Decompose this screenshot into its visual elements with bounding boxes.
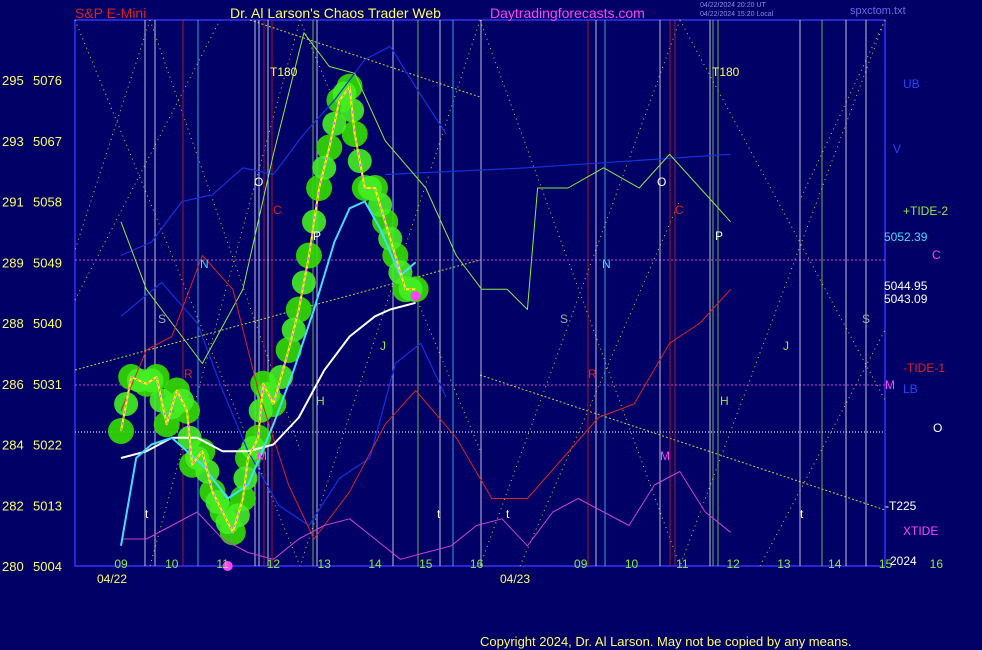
fan-line [679,19,886,567]
grid-lines [75,20,885,566]
y-tick-code: 286 [2,377,24,392]
file-name: spxctom.txt [850,5,906,17]
x-tick-label: 16 [470,557,484,571]
chart-canvas: 280 5004 282 5013 284 5022 286 5031 288 5040 289 50… [2,19,948,586]
site-link[interactable]: Daytradingforecasts.com [490,5,645,21]
marker-letter: S [560,312,568,326]
marker-letter: C [675,203,684,217]
x-tick-label: 09 [114,557,128,571]
x-tick-label: 16 [930,557,944,571]
right-label: C [932,248,941,262]
copyright: Copyright 2024, Dr. Al Larson. May not b… [480,634,852,649]
fan-line [149,19,301,567]
right-label: XTIDE [903,524,938,538]
right-label: O [933,421,942,435]
right-label: V [893,142,901,156]
x-tick-label: 14 [368,557,382,571]
date-label: 04/23 [500,572,530,586]
y-tick-price: 5076 [33,73,62,88]
band-lines [74,19,886,567]
marker-letter: P [715,229,723,243]
y-tick-code: 282 [2,498,24,513]
x-tick-label: 09 [574,557,588,571]
x-tick-label: 14 [828,557,842,571]
ut-time: 04/22/2024 20:20 UT [700,2,766,9]
right-label: -T225 [885,499,917,513]
marker-letter: t [145,507,149,521]
series--tide-2 [120,32,731,364]
marker-letter: J [783,339,789,353]
y-tick-code: 280 [2,559,24,574]
marker-letter: O [657,175,666,189]
x-tick-label: 10 [625,557,639,571]
right-label: 5043.09 [884,292,928,306]
marker-letter: M [660,449,670,463]
y-tick-price: 5013 [33,498,62,513]
marker-letter: R [588,367,597,381]
trend-line [479,374,886,511]
fan-line [74,19,151,251]
marker-letter: S [158,312,166,326]
y-tick-price: 5004 [33,559,62,574]
y-tick-price: 5022 [33,438,62,453]
marker-letter: J [380,339,386,353]
right-labels: UB V +TIDE-2 5052.39 C 5044.955043.09 -TIDE-1 M… [884,77,948,568]
x-tick-label: 11 [676,557,689,571]
marker-letter: O [254,175,263,189]
end-marker [410,291,421,301]
y-tick-price: 5067 [33,134,62,149]
local-time: 04/22/2024 15:20 Local [700,11,774,18]
x-tick-label: 15 [419,557,433,571]
x-tick-label: 12 [267,557,281,571]
right-label: LB [903,382,918,396]
x-tick-label: 13 [777,557,791,571]
marker-letter: N [200,257,209,271]
marker-letter: T180 [712,65,740,79]
marker-letter: t [506,507,510,521]
marker-letter: N [602,257,611,271]
marker-letter: T180 [270,65,298,79]
y-tick-code: 289 [2,255,24,270]
marker-letter: M [257,449,267,463]
right-label: +TIDE-2 [903,204,948,218]
marker-letter: S [862,312,870,326]
y-tick-price: 5031 [33,377,62,392]
y-tick-code: 284 [2,438,24,453]
fan-line [799,19,886,201]
fan-line [519,199,681,567]
y-tick-code: 288 [2,316,24,331]
marker-letter: C [273,203,282,217]
x-tick-label: 12 [726,557,740,571]
marker-letter: R [184,367,193,381]
site-title: Dr. Al Larson's Chaos Trader Web [230,5,441,21]
marker-letter: H [720,394,729,408]
instrument-label: S&P E-Mini [75,5,147,21]
x-tick-label: 11 [216,557,229,571]
date-label: 04/22 [97,572,127,586]
x-tick-label: 10 [165,557,179,571]
right-label: -TIDE-1 [903,361,945,375]
right-label: 5044.95 [884,279,928,293]
right-label: M [885,378,895,392]
plot-border [74,19,886,567]
y-tick-code: 295 [2,73,24,88]
trend-line [249,19,481,98]
y-tick-code: 291 [2,195,24,210]
marker-letter: H [316,394,325,408]
right-label: 2024 [890,554,917,568]
y-tick-price: 5049 [33,255,62,270]
y-tick-price: 5040 [33,316,62,331]
marker-letter: P [313,229,321,243]
plot-frame [74,19,886,567]
right-label: 5052.39 [884,230,928,244]
y-tick-price: 5058 [33,195,62,210]
marker-letter: t [800,507,804,521]
x-tick-label: 13 [318,557,332,571]
right-label: UB [903,77,920,91]
y-tick-code: 293 [2,134,24,149]
